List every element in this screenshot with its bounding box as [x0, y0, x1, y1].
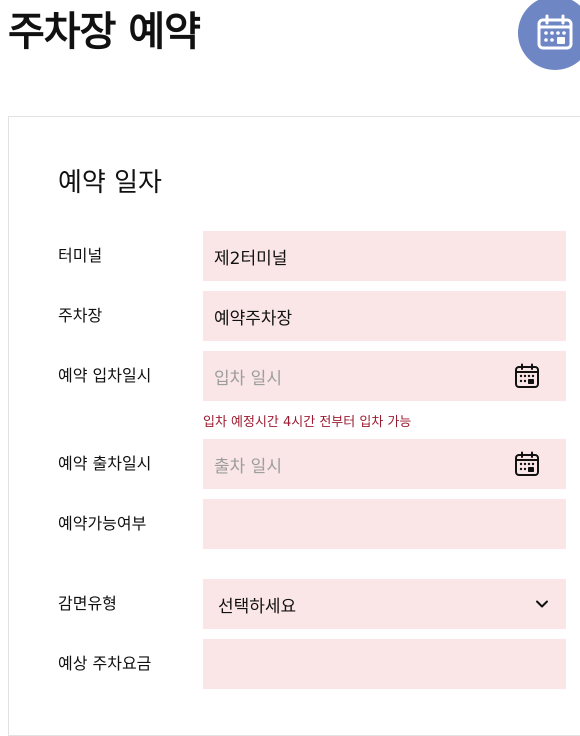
- estimated-fee-field: [203, 639, 566, 689]
- entry-hint: 입차 예정시간 4시간 전부터 입차 가능: [203, 415, 412, 430]
- terminal-label: 터미널: [58, 246, 103, 265]
- discount-type-select[interactable]: 선택하세요: [203, 579, 566, 629]
- section-title: 예약 일자: [58, 168, 162, 198]
- chevron-down-icon: [536, 600, 548, 608]
- exit-datetime-placeholder: 출차 일시: [214, 456, 282, 477]
- page-title: 주차장 예약: [8, 9, 201, 55]
- parking-lot-value: 예약주차장: [214, 308, 293, 329]
- entry-datetime-label: 예약 입차일시: [58, 366, 152, 385]
- availability-label: 예약가능여부: [58, 514, 147, 533]
- parking-lot-field[interactable]: 예약주차장: [203, 291, 566, 341]
- entry-datetime-placeholder: 입차 일시: [214, 368, 282, 389]
- terminal-field[interactable]: 제2터미널: [203, 231, 566, 281]
- discount-type-label: 감면유형: [58, 594, 117, 613]
- entry-datetime-field[interactable]: 입차 일시: [203, 351, 566, 401]
- calendar-icon[interactable]: [514, 363, 540, 389]
- calendar-icon: [537, 14, 573, 50]
- estimated-fee-label: 예상 주차요금: [58, 654, 152, 673]
- exit-datetime-label: 예약 출차일시: [58, 454, 152, 473]
- discount-type-value: 선택하세요: [218, 596, 297, 617]
- calendar-icon[interactable]: [514, 451, 540, 477]
- availability-field: [203, 499, 566, 549]
- calendar-button[interactable]: [518, 0, 580, 70]
- exit-datetime-field[interactable]: 출차 일시: [203, 439, 566, 489]
- terminal-value: 제2터미널: [214, 248, 288, 269]
- parking-lot-label: 주차장: [58, 306, 103, 325]
